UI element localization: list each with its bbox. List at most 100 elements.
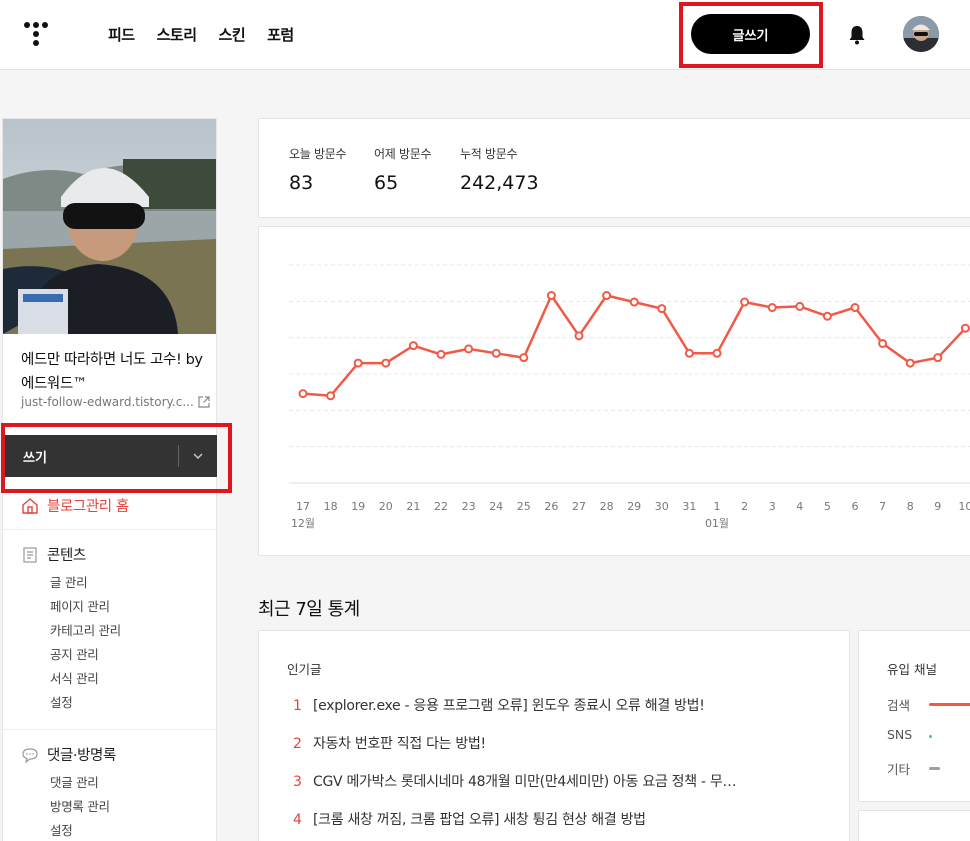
chart-x-tick-label: 19	[351, 500, 365, 513]
popular-post-title: [크롬 새창 꺼짐, 크롬 팝업 오류] 새창 튕김 현상 해결 방법	[313, 812, 646, 828]
popular-post-rank: 3	[293, 774, 302, 790]
popular-post-title: CGV 메가박스 롯데시네마 48개월 미만(만4세미만) 아동 요금 정책 -…	[313, 774, 737, 790]
chart-data-point	[546, 291, 556, 301]
chart-data-point	[381, 358, 391, 368]
chart-data-point	[850, 303, 860, 313]
chart-x-tick-label: 28	[600, 500, 614, 513]
sidebar-item-categories[interactable]: 카테고리 관리	[50, 619, 216, 643]
chart-x-tick-label: 24	[489, 500, 503, 513]
blog-url-link[interactable]: just-follow-edward.tistory.c...	[21, 395, 210, 409]
sidebar-heading-contents-label: 콘텐츠	[47, 548, 86, 564]
nav-feed[interactable]: 피드	[108, 24, 135, 45]
sidebar-item-home[interactable]: 블로그관리 홈	[21, 495, 216, 516]
home-icon	[22, 497, 38, 514]
channel-share-bar	[929, 767, 940, 770]
sidebar-content-section: 콘텐츠 글 관리 페이지 관리 카테고리 관리 공지 관리 서식 관리 설정	[3, 529, 216, 715]
channel-name: 기타	[887, 762, 911, 777]
chart-data-point	[602, 291, 612, 301]
chart-x-tick-label: 2	[741, 500, 748, 513]
sidebar-item-pages[interactable]: 페이지 관리	[50, 595, 216, 619]
chart-data-point	[905, 358, 915, 368]
chart-x-tick-label: 23	[462, 500, 476, 513]
chart-data-point	[574, 331, 584, 341]
user-avatar[interactable]	[903, 16, 939, 52]
visitor-stats-box: 오늘 방문수 83 어제 방문수 65 누적 방문수 242,473	[258, 118, 970, 218]
popular-post-3[interactable]: 3 CGV 메가박스 롯데시네마 48개월 미만(만4세미만) 아동 요금 정책 …	[287, 771, 827, 791]
stat-total-value: 242,473	[460, 172, 539, 194]
chart-x-tick-label: 22	[434, 500, 448, 513]
stat-today: 오늘 방문수 83	[289, 145, 347, 194]
sidebar-item-notices[interactable]: 공지 관리	[50, 643, 216, 667]
popular-post-2[interactable]: 2 자동차 번호판 직접 다는 방법!	[287, 733, 827, 753]
chart-x-tick-label: 6	[852, 500, 859, 513]
tistory-logo-icon[interactable]	[24, 22, 48, 48]
chart-data-point	[298, 389, 308, 399]
sidebar-comments-section: 댓글·방명록 댓글 관리 방명록 관리 설정	[3, 729, 216, 841]
chart-data-point	[436, 349, 446, 359]
sidebar-heading-comments-label: 댓글·방명록	[47, 748, 116, 764]
chart-x-tick-label: 30	[655, 500, 669, 513]
recent-stats-title: 최근 7일 통계	[258, 599, 360, 620]
sidebar-item-posts[interactable]: 글 관리	[50, 571, 216, 595]
visitor-line-chart: 17 18 19 20 21 22 23 24 25 26 27 28 29 30 31 1 2 3 4 5 6 7 8 9 1…	[289, 264, 970, 530]
sidebar-home-section: 블로그관리 홈	[3, 491, 216, 531]
popular-post-4[interactable]: 4 [크롬 새창 꺼짐, 크롬 팝업 오류] 새창 튕김 현상 해결 방법	[287, 809, 827, 829]
chart-month-label: 12월	[291, 517, 315, 530]
blog-title[interactable]: 에드만 따라하면 너도 고수! by 에드워드™	[21, 348, 211, 396]
stat-today-label: 오늘 방문수	[289, 147, 347, 161]
chart-data-point	[657, 304, 667, 314]
sidebar-item-guestbook[interactable]: 방명록 관리	[50, 795, 216, 819]
chart-x-tick-label: 21	[406, 500, 420, 513]
chart-x-tick-label: 20	[379, 500, 393, 513]
chart-data-point	[712, 348, 722, 358]
chart-data-point	[767, 303, 777, 313]
sidebar-comments-list: 댓글 관리 방명록 관리 설정	[50, 771, 216, 841]
sidebar-item-comments[interactable]: 댓글 관리	[50, 771, 216, 795]
stat-total-label: 누적 방문수	[460, 147, 518, 161]
popular-post-title: 자동차 번호판 직접 다는 방법!	[313, 736, 486, 752]
speech-bubble-icon	[22, 747, 38, 764]
chart-x-tick-label: 31	[682, 500, 696, 513]
blog-profile-image[interactable]	[3, 119, 216, 334]
chart-data-point	[491, 348, 501, 358]
chart-data-point	[933, 353, 943, 363]
external-link-icon	[198, 396, 210, 408]
channel-row-other: 기타	[887, 759, 940, 778]
chart-x-tick-label: 7	[879, 500, 886, 513]
nav-forum[interactable]: 포럼	[267, 24, 294, 45]
chart-data-point	[684, 348, 694, 358]
sidebar-item-templates[interactable]: 서식 관리	[50, 667, 216, 691]
chart-data-point	[408, 341, 418, 351]
chart-x-tick-label: 18	[324, 500, 338, 513]
sidebar-heading-contents[interactable]: 콘텐츠	[21, 544, 216, 565]
sidebar-item-comment-settings[interactable]: 설정	[50, 819, 216, 841]
traffic-channel-title: 유입 채널	[887, 662, 937, 677]
sidebar-item-content-settings[interactable]: 설정	[50, 691, 216, 715]
channel-share-bar	[929, 703, 970, 706]
nav-skin[interactable]: 스킨	[219, 24, 246, 45]
chart-x-tick-label: 25	[517, 500, 531, 513]
chart-x-tick-label: 3	[769, 500, 776, 513]
sidebar-home-label: 블로그관리 홈	[47, 499, 129, 515]
chart-data-point	[519, 353, 529, 363]
sidebar-contents-list: 글 관리 페이지 관리 카테고리 관리 공지 관리 서식 관리 설정	[50, 571, 216, 715]
popular-post-1[interactable]: 1 [explorer.exe - 응용 프로그램 오류] 윈도우 종료시 오류 …	[287, 695, 827, 715]
chart-x-tick-label: 9	[934, 500, 941, 513]
visitor-chart-box: 17 18 19 20 21 22 23 24 25 26 27 28 29 30 31 1 2 3 4 5 6 7 8 9 1…	[258, 226, 970, 556]
stat-total: 누적 방문수 242,473	[460, 145, 539, 194]
nav-story[interactable]: 스토리	[157, 24, 197, 45]
stat-yesterday: 어제 방문수 65	[374, 145, 432, 194]
stat-yesterday-label: 어제 방문수	[374, 147, 432, 161]
chart-x-tick-label: 26	[544, 500, 558, 513]
popular-post-rank: 1	[293, 698, 302, 714]
channel-name: SNS	[887, 727, 913, 742]
secondary-stats-box	[858, 810, 970, 841]
sidebar-heading-comments[interactable]: 댓글·방명록	[21, 744, 216, 765]
chart-data-point	[795, 301, 805, 311]
traffic-channel-box: 유입 채널 검색 SNS 기타	[858, 630, 970, 802]
channel-share-bar	[929, 735, 932, 738]
chart-x-tick-label: 4	[796, 500, 803, 513]
blog-url-text: just-follow-edward.tistory.c...	[21, 395, 194, 409]
bell-icon[interactable]	[847, 24, 867, 46]
chart-x-tick-label: 5	[824, 500, 831, 513]
